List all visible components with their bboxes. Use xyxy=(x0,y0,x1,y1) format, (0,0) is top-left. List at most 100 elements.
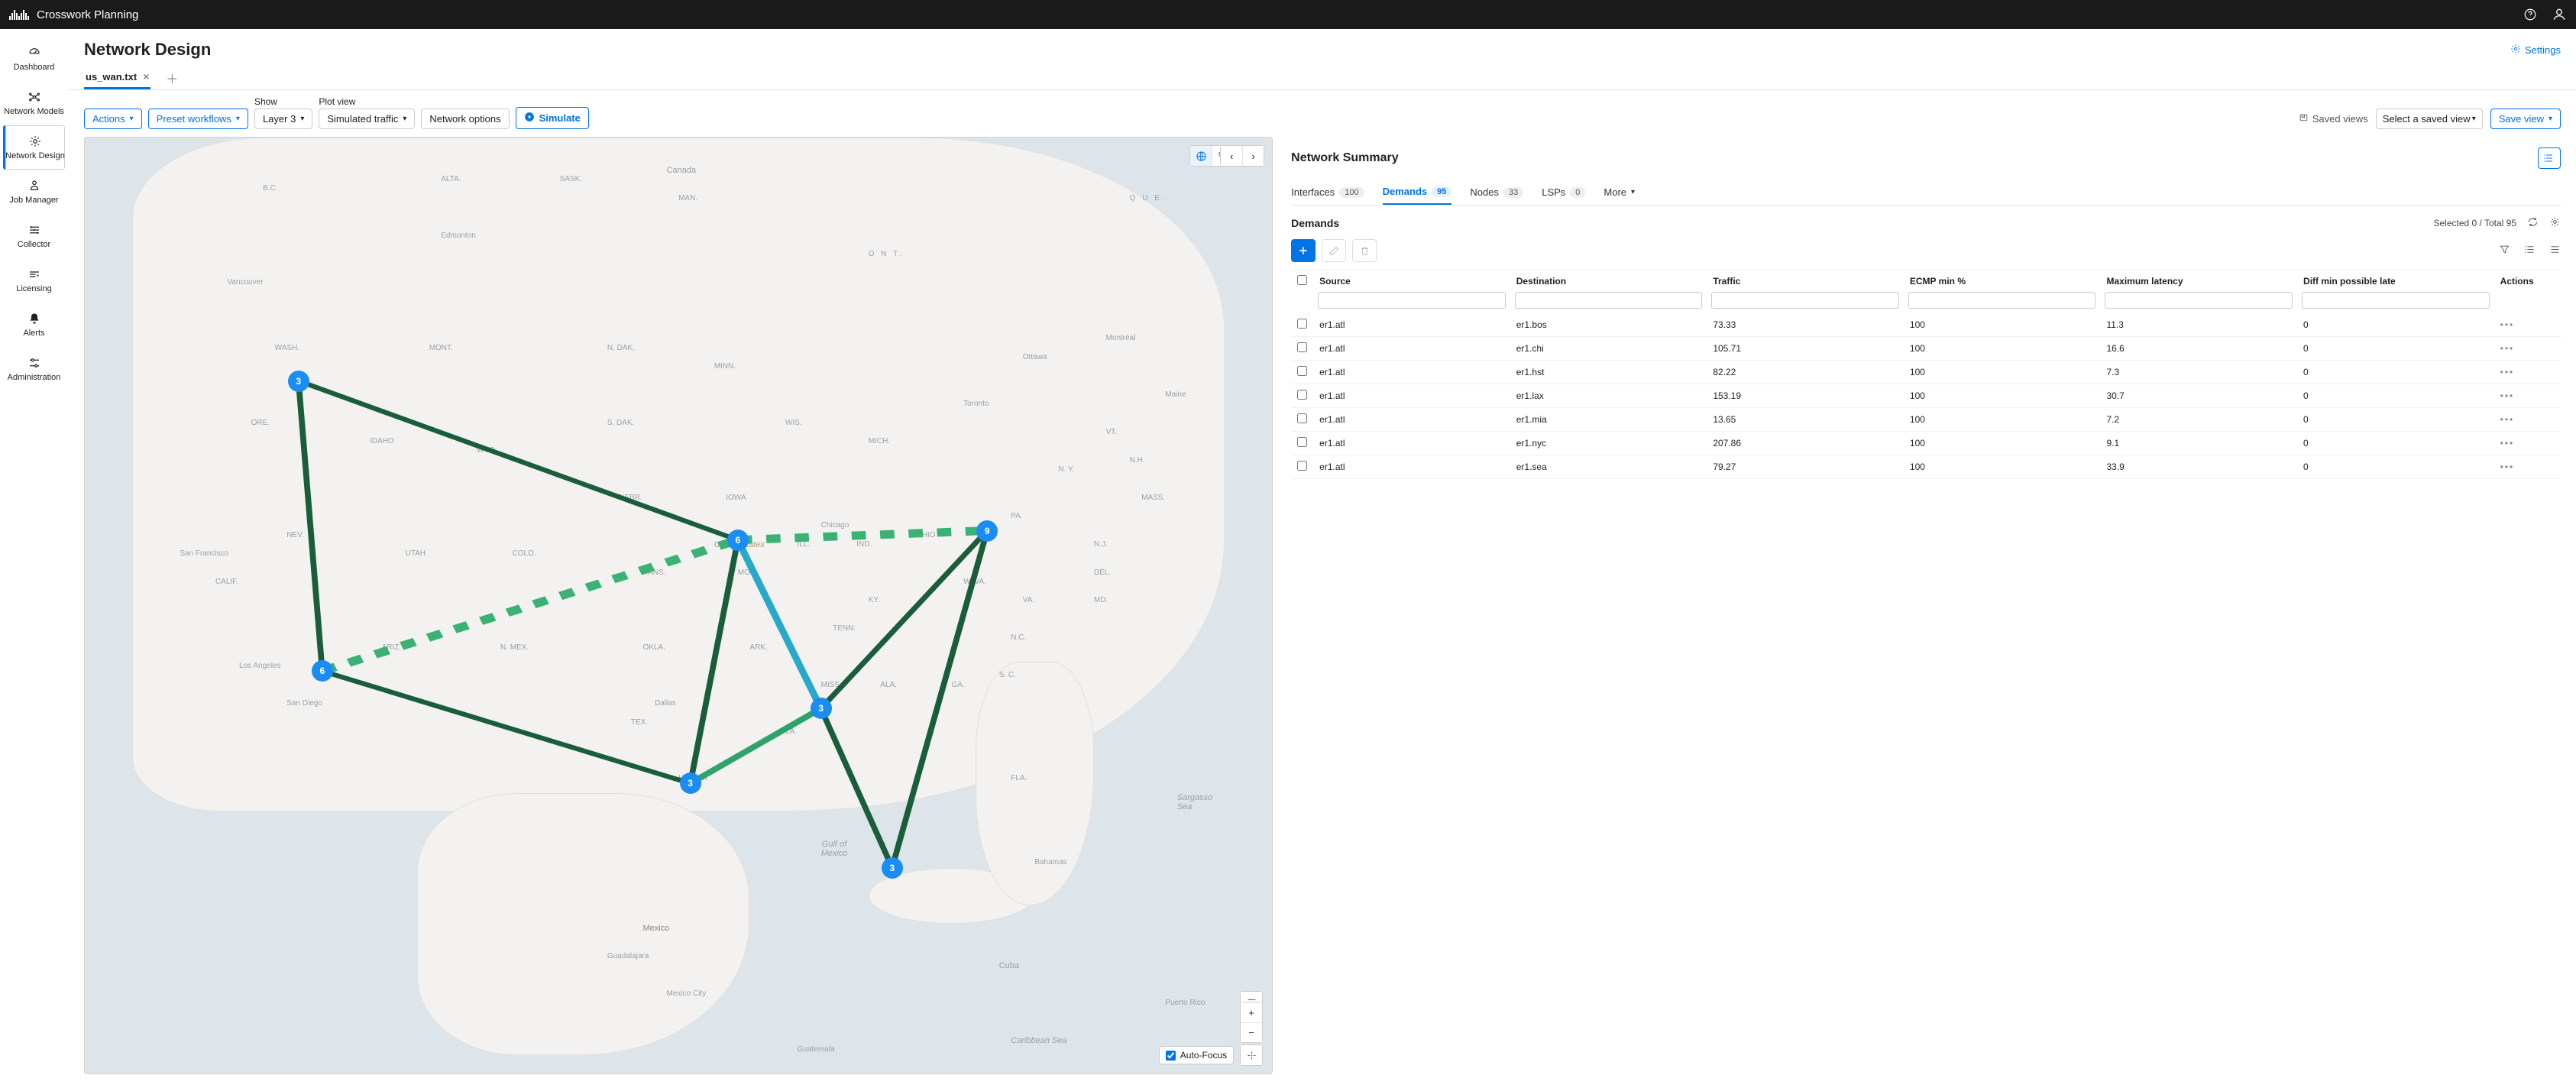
sidenav-label: Licensing xyxy=(16,284,51,293)
sidenav-item-collector[interactable]: Collector xyxy=(0,214,68,258)
tab-lsps[interactable]: LSPs0 xyxy=(1542,180,1585,204)
file-tab[interactable]: us_wan.txt × xyxy=(84,66,150,89)
summary-toggle-button[interactable] xyxy=(2538,147,2561,169)
add-button[interactable] xyxy=(1291,239,1316,262)
user-icon[interactable] xyxy=(2552,7,2567,22)
filter-destination[interactable] xyxy=(1515,292,1703,309)
filter-ecmp[interactable] xyxy=(1908,292,2096,309)
row-checkbox[interactable] xyxy=(1297,319,1307,329)
row-checkbox[interactable] xyxy=(1297,390,1307,400)
plot-view-select[interactable]: Simulated traffic▾ xyxy=(319,108,415,129)
sidenav-item-alerts[interactable]: Alerts xyxy=(0,303,68,347)
table-row[interactable]: er1.atler1.sea79.2710033.90••• xyxy=(1291,455,2561,479)
tab-interfaces[interactable]: Interfaces100 xyxy=(1291,180,1364,204)
col-diff[interactable]: Diff min possible late xyxy=(2297,270,2494,290)
map-node-hst[interactable]: 3 xyxy=(680,772,701,794)
row-checkbox[interactable] xyxy=(1297,461,1307,471)
preset-workflows-button[interactable]: Preset workflows▾ xyxy=(148,108,248,129)
add-tab-button[interactable]: ＋ xyxy=(161,69,183,87)
table-row[interactable]: er1.atler1.hst82.221007.30••• xyxy=(1291,361,2561,384)
list-view-icon[interactable] xyxy=(2524,244,2536,257)
col-max-latency[interactable]: Maximum latency xyxy=(2100,270,2297,290)
row-checkbox[interactable] xyxy=(1297,342,1307,352)
table-row[interactable]: er1.atler1.bos73.3310011.30••• xyxy=(1291,313,2561,337)
map-node-lax[interactable]: 6 xyxy=(312,660,333,682)
settings-button[interactable]: Settings xyxy=(2510,44,2561,57)
actions-button[interactable]: Actions▾ xyxy=(84,108,142,129)
menu-icon[interactable] xyxy=(2549,244,2561,257)
table-row[interactable]: er1.atler1.lax153.1910030.70••• xyxy=(1291,384,2561,408)
sidenav-item-licensing[interactable]: Licensing xyxy=(0,258,68,303)
play-icon xyxy=(524,112,535,125)
filter-diff[interactable] xyxy=(2302,292,2490,309)
map-node-mia[interactable]: 3 xyxy=(882,857,903,879)
filter-source[interactable] xyxy=(1318,292,1506,309)
show-select[interactable]: Layer 3▾ xyxy=(254,108,312,129)
zoom-out-icon[interactable]: − xyxy=(1241,1022,1262,1042)
map-panel-nav[interactable]: ‹ › xyxy=(1220,145,1264,167)
fit-button[interactable] xyxy=(1240,1045,1263,1066)
row-more-icon[interactable]: ••• xyxy=(2500,390,2515,401)
row-checkbox[interactable] xyxy=(1297,413,1307,423)
filter-icon[interactable] xyxy=(2499,244,2510,257)
col-destination[interactable]: Destination xyxy=(1510,270,1707,290)
sidenav: Dashboard Network Models Network Design … xyxy=(0,29,69,1085)
cell-source: er1.atl xyxy=(1313,361,1510,384)
help-icon[interactable] xyxy=(2523,7,2538,22)
auto-focus-toggle[interactable]: Auto-Focus xyxy=(1159,1046,1234,1064)
filter-max-latency[interactable] xyxy=(2105,292,2293,309)
row-more-icon[interactable]: ••• xyxy=(2500,438,2515,449)
cell-source: er1.atl xyxy=(1313,432,1510,455)
row-more-icon[interactable]: ••• xyxy=(2500,367,2515,377)
table-row[interactable]: er1.atler1.nyc207.861009.10••• xyxy=(1291,432,2561,455)
delete-button[interactable] xyxy=(1352,239,1377,262)
filter-traffic[interactable] xyxy=(1711,292,1899,309)
chevron-right-icon[interactable]: › xyxy=(1242,146,1264,166)
sidenav-item-administration[interactable]: Administration xyxy=(0,347,68,391)
sidenav-item-dashboard[interactable]: Dashboard xyxy=(0,37,68,81)
table-row[interactable]: er1.atler1.chi105.7110016.60••• xyxy=(1291,337,2561,361)
cell-max-latency: 11.3 xyxy=(2100,313,2297,337)
network-options-button[interactable]: Network options xyxy=(421,108,509,129)
col-source[interactable]: Source xyxy=(1313,270,1510,290)
app-title: Crosswork Planning xyxy=(37,8,138,21)
map-panel[interactable]: Canada United States Mexico Gulf of Mexi… xyxy=(84,137,1273,1074)
chevron-left-icon[interactable]: ‹ xyxy=(1221,146,1242,166)
table-settings-icon[interactable] xyxy=(2549,216,2561,230)
cell-ecmp: 100 xyxy=(1904,384,2101,408)
table-row[interactable]: er1.atler1.mia13.651007.20••• xyxy=(1291,408,2561,432)
sidenav-item-network-design[interactable]: Network Design xyxy=(3,125,65,170)
map-node-nyc[interactable]: 9 xyxy=(976,520,998,542)
map-node-atl[interactable]: 3 xyxy=(811,698,832,719)
tab-nodes[interactable]: Nodes33 xyxy=(1470,180,1523,204)
table-horizontal-scrollbar[interactable] xyxy=(1291,1064,2561,1074)
administration-icon xyxy=(28,356,41,370)
col-ecmp[interactable]: ECMP min % xyxy=(1904,270,2101,290)
sidenav-item-network-models[interactable]: Network Models xyxy=(0,81,68,125)
row-more-icon[interactable]: ••• xyxy=(2500,462,2515,472)
row-checkbox[interactable] xyxy=(1297,437,1307,447)
demands-table[interactable]: Source Destination Traffic ECMP min % Ma… xyxy=(1291,270,2561,1064)
map-node-sea[interactable]: 3 xyxy=(288,371,309,392)
map-node-chi[interactable]: 6 xyxy=(727,530,749,551)
row-more-icon[interactable]: ••• xyxy=(2500,319,2515,330)
close-icon[interactable]: × xyxy=(143,70,149,83)
zoom-in-icon[interactable]: + xyxy=(1241,1002,1262,1022)
tab-demands[interactable]: Demands95 xyxy=(1383,180,1452,205)
col-traffic[interactable]: Traffic xyxy=(1707,270,1904,290)
refresh-icon[interactable] xyxy=(2527,216,2539,230)
edit-button[interactable] xyxy=(1322,239,1346,262)
globe-icon[interactable] xyxy=(1190,146,1212,166)
auto-focus-checkbox[interactable] xyxy=(1166,1051,1176,1061)
saved-view-select[interactable]: Select a saved view ▾ xyxy=(2376,108,2483,129)
tab-more[interactable]: More▾ xyxy=(1604,180,1635,204)
sidenav-item-job-manager[interactable]: Job Manager xyxy=(0,170,68,214)
row-more-icon[interactable]: ••• xyxy=(2500,414,2515,425)
select-all-checkbox[interactable] xyxy=(1297,275,1307,285)
row-checkbox[interactable] xyxy=(1297,366,1307,376)
cell-diff: 0 xyxy=(2297,384,2494,408)
zoom-control[interactable]: + − xyxy=(1240,1002,1263,1043)
simulate-button[interactable]: Simulate xyxy=(516,107,589,129)
row-more-icon[interactable]: ••• xyxy=(2500,343,2515,354)
save-view-button[interactable]: Save view▾ xyxy=(2490,108,2561,129)
